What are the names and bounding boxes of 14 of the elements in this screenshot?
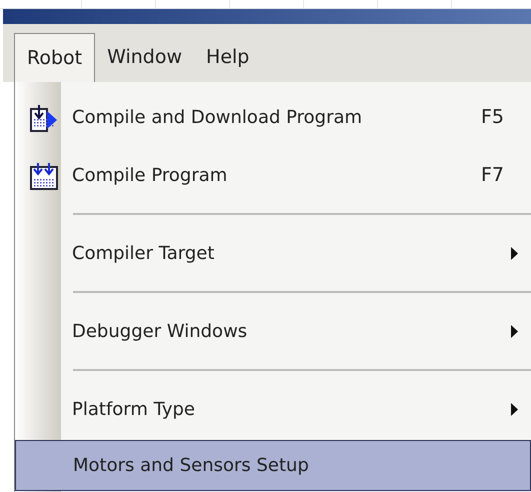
menu-item[interactable]: Compile and Download Program F5 [15,88,531,146]
submenu-arrow-icon [511,402,518,416]
menu-item[interactable]: Debugger Windows [15,302,531,360]
menu-item[interactable]: Compiler Target [15,224,531,282]
menu-item[interactable]: Compile Program F7 [15,146,531,204]
menu-item[interactable]: Platform Type [15,380,531,438]
menu-bar-item[interactable]: Window [95,33,194,82]
submenu-arrow-icon [511,246,518,260]
shortcut-key: F7 [481,160,531,190]
menu-item[interactable]: Motors and Sensors Setup [15,440,531,491]
menu-bar-item[interactable]: Help [194,33,262,82]
shortcut-key: F5 [481,102,531,132]
menu-bar-item[interactable]: Robot [14,33,96,82]
submenu-arrow-icon [511,324,518,338]
